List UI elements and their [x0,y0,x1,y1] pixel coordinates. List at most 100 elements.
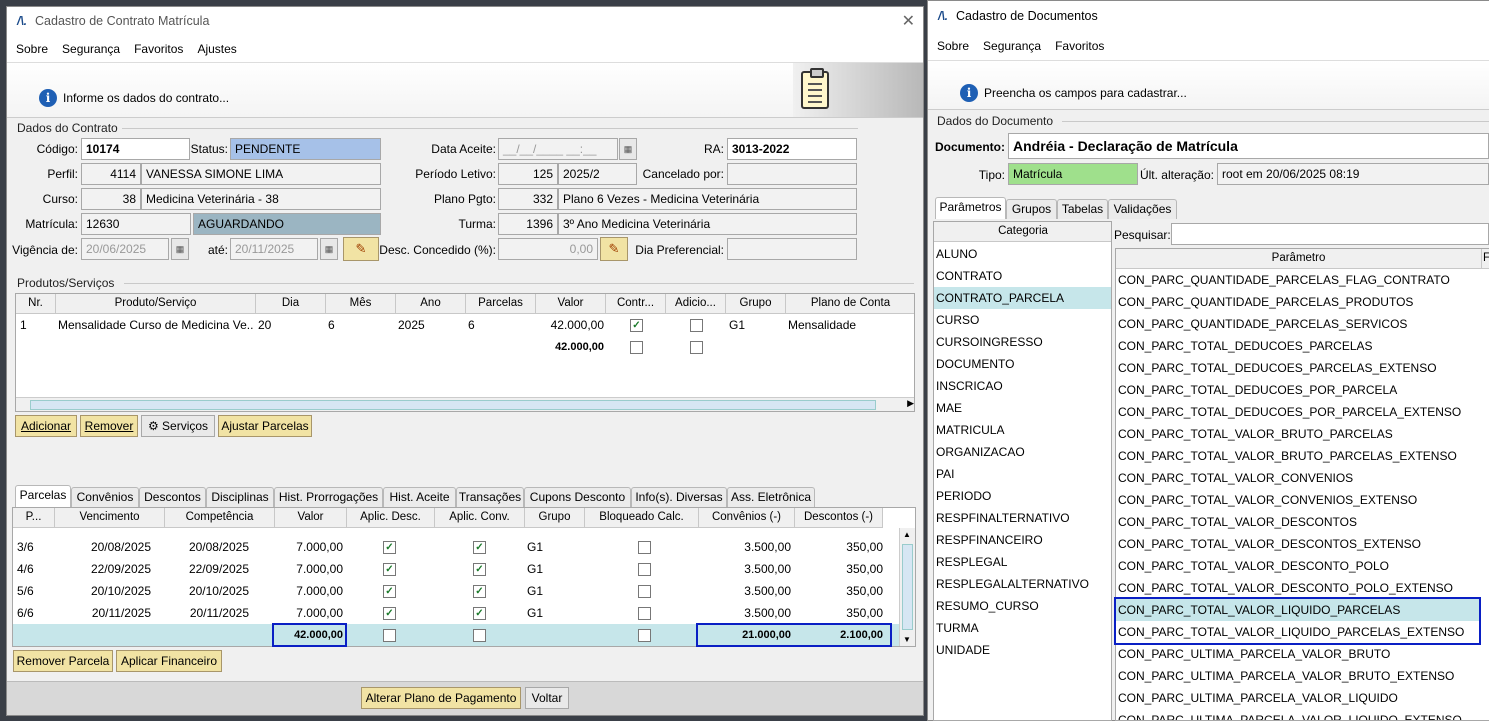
tab-grupos[interactable]: Grupos [1006,199,1057,219]
aplic-desc-checkbox[interactable]: ✓ [383,607,396,620]
col-header[interactable]: Aplic. Conv. [435,508,525,528]
calendar-icon[interactable]: ▦ [171,238,189,260]
menu-seguranca[interactable]: Segurança [62,42,120,56]
plano-id-field[interactable]: 332 [498,188,558,210]
bloqueado-checkbox[interactable] [638,563,651,576]
col-header[interactable]: Plano de Conta [786,294,914,314]
product-name[interactable]: Mensalidade Curso de Medicina Ve... [58,314,254,336]
col-header[interactable]: Valor [536,294,606,314]
categoria-item[interactable]: MATRICULA [934,419,1111,441]
categoria-item[interactable]: TURMA [934,617,1111,639]
col-header[interactable]: Grupo [525,508,585,528]
calendar-icon[interactable]: ▦ [619,138,637,160]
categoria-item[interactable]: CONTRATO_PARCELA [934,287,1111,309]
categoria-item[interactable]: RESUMO_CURSO [934,595,1111,617]
tab-validacoes[interactable]: Validações [1108,199,1177,219]
vertical-scrollbar[interactable]: ▲ ▼ [899,528,915,646]
contr-checkbox[interactable] [630,341,643,354]
servicos-button[interactable]: ⚙ Serviços [141,415,215,437]
periodo-id-field[interactable]: 125 [498,163,558,185]
parametro-item[interactable]: CON_PARC_TOTAL_VALOR_DESCONTO_POLO_EXTEN… [1116,577,1480,599]
col-header[interactable]: Categoria [934,222,1111,242]
categoria-item[interactable]: RESPFINANCEIRO [934,529,1111,551]
categoria-item[interactable]: INSCRICAO [934,375,1111,397]
parametro-item[interactable]: CON_PARC_ULTIMA_PARCELA_VALOR_BRUTO_EXTE… [1116,665,1480,687]
col-header[interactable]: Produto/Serviço [56,294,256,314]
tab-convenios[interactable]: Convênios [71,487,139,507]
bloqueado-checkbox[interactable] [638,607,651,620]
aplic-conv-checkbox[interactable]: ✓ [473,585,486,598]
categoria-item[interactable]: CURSO [934,309,1111,331]
tab-ass-eletronica[interactable]: Ass. Eletrônica [727,487,815,507]
edit-pencil-icon[interactable]: ✎ [600,237,628,261]
tab-disciplinas[interactable]: Disciplinas [206,487,274,507]
tab-descontos[interactable]: Descontos [139,487,206,507]
vigencia-ate-field[interactable]: 20/11/2025 [230,238,318,260]
menu-favoritos[interactable]: Favoritos [1055,39,1104,53]
col-header[interactable]: Valor [275,508,347,528]
voltar-button[interactable]: Voltar [525,687,569,709]
parametro-item[interactable]: CON_PARC_TOTAL_VALOR_CONVENIOS_EXTENSO [1116,489,1480,511]
menu-sobre[interactable]: Sobre [937,39,969,53]
categoria-item[interactable]: PAI [934,463,1111,485]
ajustar-parcelas-button[interactable]: Ajustar Parcelas [218,415,312,437]
aplic-conv-checkbox[interactable] [473,629,486,642]
parametro-item[interactable]: CON_PARC_TOTAL_DEDUCOES_PARCELAS [1116,335,1480,357]
parametro-item[interactable]: CON_PARC_TOTAL_VALOR_DESCONTOS [1116,511,1480,533]
parametro-item[interactable]: CON_PARC_ULTIMA_PARCELA_VALOR_BRUTO [1116,643,1480,665]
menu-sobre[interactable]: Sobre [16,42,48,56]
categoria-item[interactable]: CURSOINGRESSO [934,331,1111,353]
tab-parcelas[interactable]: Parcelas [15,485,71,507]
categoria-item[interactable]: RESPLEGALALTERNATIVO [934,573,1111,595]
tab-info-diversas[interactable]: Info(s). Diversas [631,487,727,507]
parametro-item[interactable]: CON_PARC_TOTAL_DEDUCOES_POR_PARCELA_EXTE… [1116,401,1480,423]
col-header[interactable]: Vencimento [55,508,165,528]
aplic-desc-checkbox[interactable]: ✓ [383,585,396,598]
tab-hist-prorrogacoes[interactable]: Hist. Prorrogações [274,487,383,507]
parametro-item[interactable]: CON_PARC_QUANTIDADE_PARCELAS_SERVICOS [1116,313,1480,335]
col-header[interactable]: Adicio... [666,294,726,314]
alterar-plano-button[interactable]: Alterar Plano de Pagamento [361,687,521,709]
close-icon[interactable]: ✕ [902,11,915,31]
aplic-conv-checkbox[interactable]: ✓ [473,541,486,554]
codigo-field[interactable]: 10174 [81,138,190,160]
parametro-item[interactable]: CON_PARC_QUANTIDADE_PARCELAS_PRODUTOS [1116,291,1480,313]
vigencia-de-field[interactable]: 20/06/2025 [81,238,169,260]
parametro-item[interactable]: CON_PARC_ULTIMA_PARCELA_VALOR_LIQUIDO [1116,687,1480,709]
categoria-item[interactable]: DOCUMENTO [934,353,1111,375]
documento-field[interactable]: Andréia - Declaração de Matrícula [1008,133,1489,159]
parametro-item[interactable]: CON_PARC_QUANTIDADE_PARCELAS_FLAG_CONTRA… [1116,269,1480,291]
categoria-item[interactable]: ALUNO [934,243,1111,265]
col-header[interactable]: Dia [256,294,326,314]
categoria-item[interactable]: CONTRATO [934,265,1111,287]
aplic-conv-checkbox[interactable]: ✓ [473,563,486,576]
menu-seguranca[interactable]: Segurança [983,39,1041,53]
col-header[interactable]: Contr... [606,294,666,314]
col-header[interactable]: Competência [165,508,275,528]
tab-hist-aceite[interactable]: Hist. Aceite [383,487,456,507]
parametro-item[interactable]: CON_PARC_TOTAL_VALOR_DESCONTOS_EXTENSO [1116,533,1480,555]
parametro-item[interactable]: CON_PARC_TOTAL_VALOR_DESCONTO_POLO [1116,555,1480,577]
remover-parcela-button[interactable]: Remover Parcela [13,650,113,672]
scroll-right-icon[interactable]: ▶ [907,398,914,409]
parametro-item[interactable]: CON_PARC_ULTIMA_PARCELA_VALOR_LIQUIDO_EX… [1116,709,1480,720]
aplicar-financeiro-button[interactable]: Aplicar Financeiro [116,650,222,672]
aplic-desc-checkbox[interactable]: ✓ [383,563,396,576]
tab-parametros[interactable]: Parâmetros [935,197,1006,219]
remover-button[interactable]: Remover [80,415,138,437]
curso-id-field[interactable]: 38 [81,188,141,210]
col-header[interactable]: Descontos (-) [795,508,883,528]
col-header[interactable]: Parcelas [466,294,536,314]
scroll-down-icon[interactable]: ▼ [903,635,911,644]
categoria-item[interactable]: PERIODO [934,485,1111,507]
categoria-item[interactable]: UNIDADE [934,639,1111,661]
adicional-checkbox[interactable] [690,319,703,332]
bloqueado-checkbox[interactable] [638,629,651,642]
menu-ajustes[interactable]: Ajustes [197,42,236,56]
aplic-conv-checkbox[interactable]: ✓ [473,607,486,620]
horizontal-scrollbar[interactable]: ▶ [16,397,914,411]
scroll-up-icon[interactable]: ▲ [903,530,911,539]
bloqueado-checkbox[interactable] [638,585,651,598]
adicional-checkbox[interactable] [690,341,703,354]
contr-checkbox[interactable]: ✓ [630,319,643,332]
